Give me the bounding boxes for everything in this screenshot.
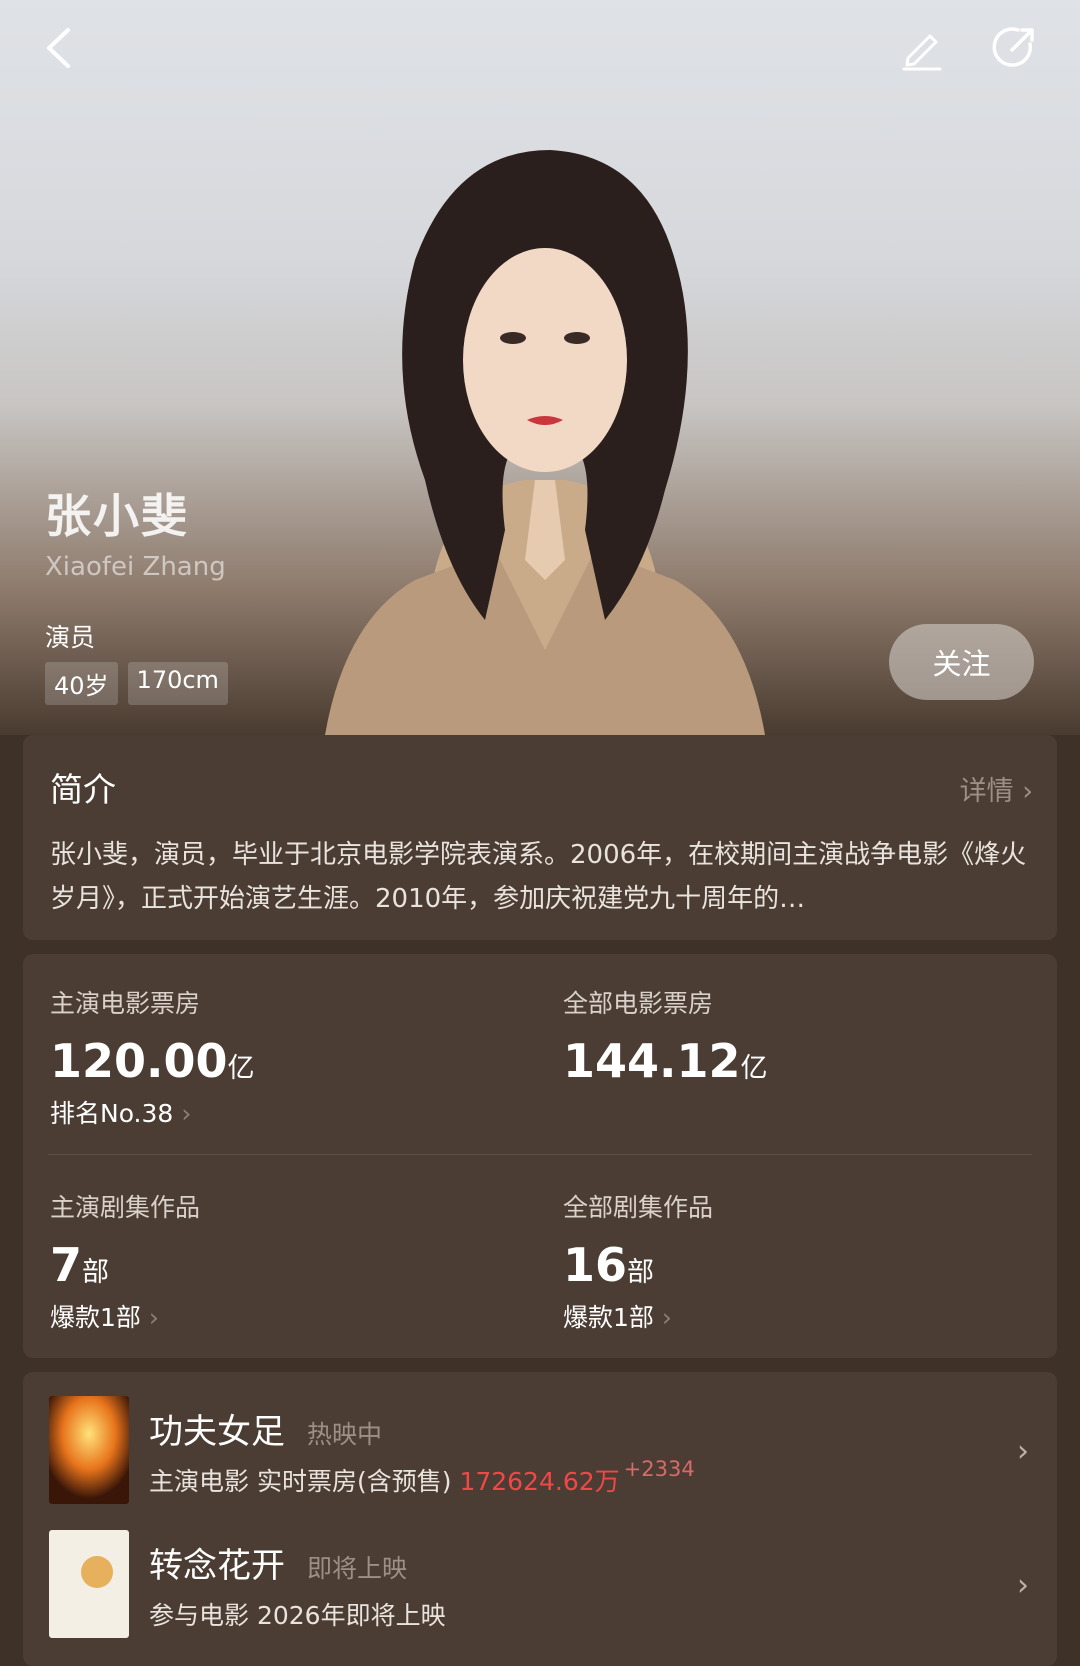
all-series-works: 全部剧集作品 16部 爆款1部 › <box>563 1188 713 1334</box>
movie-poster <box>49 1396 129 1504</box>
lead-series-works: 主演剧集作品 7部 爆款1部 › <box>50 1188 200 1334</box>
box-office-label: 实时票房(含预售) <box>256 1467 452 1496</box>
hit-works-link[interactable]: 爆款1部 › <box>563 1298 713 1334</box>
stat-label: 全部剧集作品 <box>563 1193 714 1222</box>
actor-name: 张小斐 <box>45 489 189 543</box>
stats-card: 主演电影票房 120.00亿 排名No.38 › 全部电影票房 144.12亿 主… <box>23 954 1057 1358</box>
movie-role: 参与电影 <box>149 1601 250 1630</box>
height-tag: 170cm <box>127 662 228 705</box>
movie-title-row: 功夫女足 热映中 <box>149 1404 382 1453</box>
stat-value: 7部 <box>50 1238 200 1292</box>
stats-divider <box>48 1154 1032 1155</box>
movie-title-row: 转念花开 即将上映 <box>149 1538 407 1587</box>
age-tag: 40岁 <box>45 662 118 705</box>
chevron-right-icon: › <box>1017 1568 1029 1603</box>
stat-unit: 部 <box>82 1257 110 1288</box>
hit-works-text: 爆款1部 <box>563 1303 654 1332</box>
chevron-right-icon: › <box>1017 1434 1029 1469</box>
all-movie-box-office: 全部电影票房 144.12亿 <box>563 984 768 1088</box>
follow-button[interactable]: 关注 <box>889 624 1034 700</box>
movie-title: 功夫女足 <box>149 1412 285 1452</box>
actor-portrait <box>325 150 765 735</box>
share-icon[interactable] <box>990 22 1042 74</box>
actor-english-name: Xiaofei Zhang <box>45 552 226 582</box>
stat-number: 120.00 <box>50 1034 228 1088</box>
detail-link[interactable]: 详情 › <box>960 769 1033 808</box>
profile-tags: 40岁 170cm <box>45 662 228 705</box>
movie-poster <box>49 1530 129 1638</box>
stat-number: 7 <box>50 1238 83 1292</box>
movie-info: 参与电影 2026年即将上映 <box>149 1596 446 1632</box>
hit-works-text: 爆款1部 <box>50 1303 141 1332</box>
release-info: 2026年即将上映 <box>256 1601 446 1630</box>
chevron-right-icon: › <box>181 1099 192 1128</box>
poster-image <box>49 1530 129 1638</box>
edit-icon[interactable] <box>896 22 948 74</box>
stat-label: 主演剧集作品 <box>50 1193 201 1222</box>
intro-card[interactable]: 简介 详情 › 张小斐，演员，毕业于北京电影学院表演系。2006年，在校期间主演… <box>23 735 1057 940</box>
chevron-right-icon: › <box>661 1303 672 1332</box>
poster-image <box>49 1396 129 1504</box>
movies-card: 功夫女足 热映中 主演电影 实时票房(含预售) 172624.62万 +2334 ›… <box>23 1372 1057 1666</box>
movie-title: 转念花开 <box>149 1546 285 1586</box>
movie-status: 热映中 <box>307 1420 383 1449</box>
movie-role: 主演电影 <box>149 1467 250 1496</box>
back-icon[interactable] <box>35 22 87 74</box>
stat-number: 144.12 <box>563 1034 741 1088</box>
stat-label: 主演电影票房 <box>50 989 201 1018</box>
stat-value: 120.00亿 <box>50 1034 255 1088</box>
intro-title: 简介 <box>50 770 116 809</box>
stat-value: 16部 <box>563 1238 713 1292</box>
stat-number: 16 <box>563 1238 628 1292</box>
stat-unit: 亿 <box>227 1053 255 1084</box>
box-office-value: 172624.62万 <box>459 1467 620 1496</box>
box-office-delta: +2334 <box>623 1457 695 1481</box>
hit-works-link[interactable]: 爆款1部 › <box>50 1298 200 1334</box>
lead-movie-box-office: 主演电影票房 120.00亿 排名No.38 › <box>50 984 255 1130</box>
stat-value: 144.12亿 <box>563 1034 768 1088</box>
intro-text: 张小斐，演员，毕业于北京电影学院表演系。2006年，在校期间主演战争电影《烽火岁… <box>50 840 1027 914</box>
stat-unit: 亿 <box>740 1053 768 1084</box>
actor-role: 演员 <box>45 623 96 652</box>
stat-unit: 部 <box>627 1257 655 1288</box>
ranking-link[interactable]: 排名No.38 › <box>50 1094 255 1130</box>
stat-label: 全部电影票房 <box>563 989 714 1018</box>
movie-status: 即将上映 <box>307 1554 408 1583</box>
movie-info: 主演电影 实时票房(含预售) 172624.62万 +2334 <box>149 1457 695 1498</box>
movie-item[interactable]: 转念花开 即将上映 参与电影 2026年即将上映 › <box>49 1530 1029 1640</box>
ranking-text: 排名No.38 <box>50 1099 174 1128</box>
chevron-right-icon: › <box>148 1303 159 1332</box>
movie-item[interactable]: 功夫女足 热映中 主演电影 实时票房(含预售) 172624.62万 +2334 › <box>49 1396 1029 1506</box>
